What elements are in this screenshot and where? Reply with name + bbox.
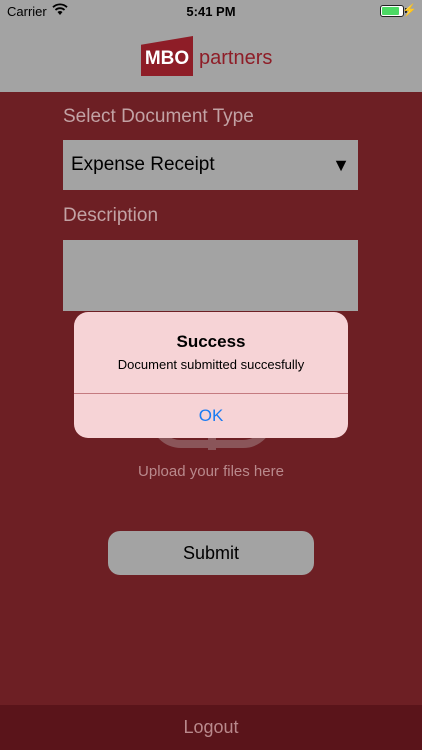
- logo-text: partners: [199, 46, 273, 69]
- alert-ok-button[interactable]: OK: [74, 394, 348, 438]
- dropdown-caret-icon: ▼: [332, 154, 350, 175]
- battery-icon: [380, 5, 404, 17]
- document-type-select[interactable]: Expense Receipt ▼: [63, 140, 358, 190]
- status-bar: Carrier 5:41 PM ⚡: [0, 0, 422, 22]
- alert-message: Document submitted succesfully: [117, 357, 305, 372]
- app-header: MBO partners: [0, 22, 422, 92]
- clock: 5:41 PM: [186, 4, 236, 19]
- logout-button[interactable]: Logout: [0, 705, 422, 750]
- success-alert: Success Document submitted succesfully O…: [74, 312, 348, 438]
- alert-title: Success: [176, 332, 246, 351]
- submit-button[interactable]: Submit: [108, 531, 314, 575]
- document-type-label: Select Document Type: [63, 106, 254, 127]
- upload-hint[interactable]: Upload your files here: [0, 463, 422, 480]
- logo-badge: MBO: [141, 36, 193, 76]
- description-label: Description: [63, 205, 159, 226]
- description-field[interactable]: [63, 240, 358, 311]
- charging-bolt-icon: ⚡: [402, 3, 417, 17]
- mbo-partners-logo: MBO partners: [141, 36, 272, 76]
- document-type-value: Expense Receipt: [71, 154, 215, 175]
